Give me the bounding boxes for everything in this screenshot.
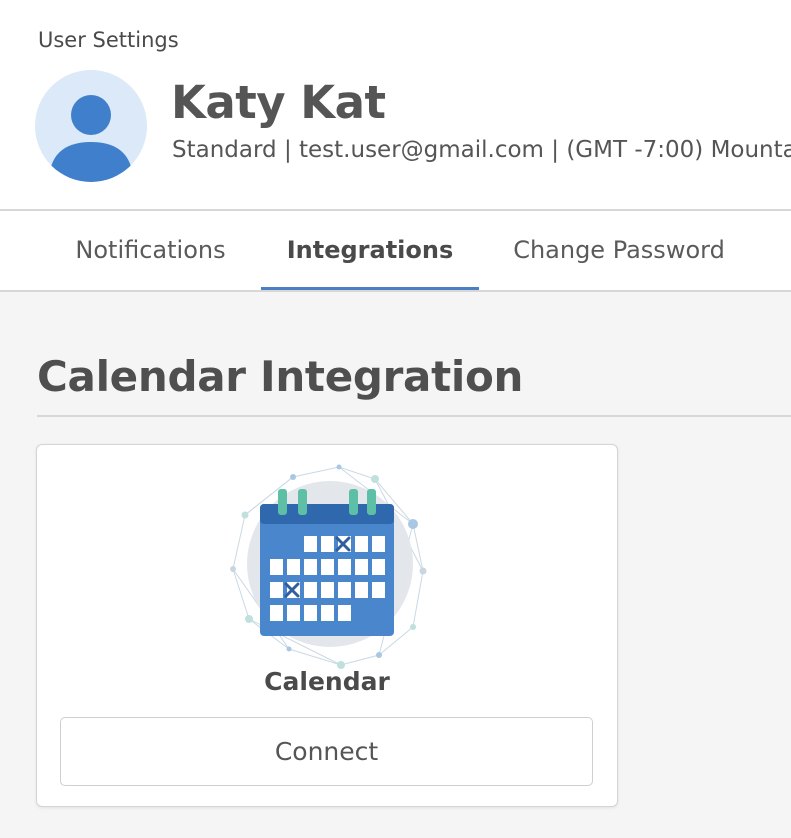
section-title: Calendar Integration xyxy=(37,352,524,401)
tabs-divider xyxy=(0,290,791,292)
tab-integrations[interactable]: Integrations xyxy=(261,211,479,291)
breadcrumb: User Settings xyxy=(38,28,179,52)
tab-notifications[interactable]: Notifications xyxy=(64,211,237,291)
avatar xyxy=(35,70,147,182)
settings-tabs: Notifications Integrations Change Passwo… xyxy=(0,211,791,291)
integration-title: Calendar xyxy=(264,667,390,696)
user-silhouette-icon xyxy=(49,95,133,182)
calendar-integration-card: Calendar Connect xyxy=(36,444,618,807)
tab-label: Change Password xyxy=(513,236,725,264)
settings-header: User Settings Katy Kat Standard | test.u… xyxy=(0,0,791,210)
connect-button[interactable]: Connect xyxy=(60,717,593,786)
calendar-illustration xyxy=(225,459,435,669)
tab-label: Notifications xyxy=(75,236,226,264)
user-name: Katy Kat xyxy=(171,76,386,129)
tab-change-password[interactable]: Change Password xyxy=(503,211,735,291)
user-meta: Standard | test.user@gmail.com | (GMT -7… xyxy=(172,137,791,163)
tab-label: Integrations xyxy=(286,236,454,264)
section-divider xyxy=(37,415,791,417)
calendar-icon xyxy=(230,464,427,669)
